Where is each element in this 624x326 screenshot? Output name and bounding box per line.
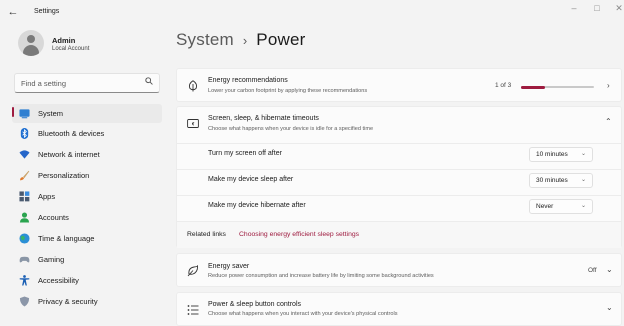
screen-sleep-title: Screen, sleep, & hibernate timeouts: [208, 115, 319, 122]
avatar[interactable]: [18, 30, 44, 56]
chevron-up-icon[interactable]: ⌃: [605, 117, 612, 126]
sidebar-item-label: System: [38, 109, 64, 118]
sidebar-item-label: Gaming: [38, 255, 65, 264]
accounts-icon: [19, 212, 30, 223]
chevron-down-icon: ⌄: [580, 203, 586, 209]
energy-saver-title: Energy saver: [208, 263, 250, 270]
leaf-icon: [188, 80, 198, 92]
bluetooth-icon: [20, 128, 29, 139]
sidebar-item-accounts[interactable]: Accounts: [12, 208, 162, 227]
sleep-dropdown[interactable]: 30 minutes ⌄: [529, 173, 593, 188]
account-name: Admin: [52, 36, 76, 45]
sidebar-item-label: Accessibility: [38, 276, 79, 285]
hibernate-dropdown[interactable]: Never ⌄: [529, 199, 593, 214]
account-type: Local Account: [52, 46, 90, 52]
breadcrumb-separator: ›: [242, 33, 248, 48]
sidebar-item-privacy-security[interactable]: Privacy & security: [12, 292, 162, 311]
sidebar-item-apps[interactable]: Apps: [12, 187, 162, 206]
chevron-down-icon: ⌄: [580, 177, 586, 183]
sidebar-item-time-language[interactable]: Time & language: [12, 229, 162, 248]
screen-sleep-card: Screen, sleep, & hibernate timeouts Choo…: [176, 106, 622, 248]
sidebar-item-bluetooth[interactable]: Bluetooth & devices: [12, 124, 162, 143]
close-icon[interactable]: ✕: [612, 3, 624, 14]
screen-sleep-header[interactable]: Screen, sleep, & hibernate timeouts Choo…: [177, 107, 621, 142]
sidebar-item-label: Bluetooth & devices: [38, 129, 105, 138]
screen-off-label: Turn my screen off after: [208, 150, 282, 157]
sidebar-item-accessibility[interactable]: Accessibility: [12, 271, 162, 290]
energy-recommendations-subtitle: Lower your carbon footprint by applying …: [208, 88, 368, 94]
energy-recommendations-card[interactable]: Energy recommendations Lower your carbon…: [176, 68, 622, 102]
selection-indicator: [12, 107, 14, 117]
power-buttons-card[interactable]: Power & sleep button controls Choose wha…: [176, 292, 622, 326]
energy-saver-subtitle: Reduce power consumption and increase ba…: [208, 273, 434, 279]
dropdown-value: 30 minutes: [536, 177, 568, 184]
system-icon: [19, 109, 30, 119]
dropdown-value: 10 minutes: [536, 151, 568, 158]
sleep-label: Make my device sleep after: [208, 176, 294, 183]
chevron-right-icon[interactable]: ›: [607, 81, 610, 90]
back-arrow-icon[interactable]: ←: [6, 5, 20, 19]
related-links-label: Related links: [187, 231, 226, 238]
minimize-icon[interactable]: –: [567, 3, 581, 13]
sidebar-item-label: Privacy & security: [38, 297, 98, 306]
sidebar-item-label: Apps: [38, 192, 56, 201]
breadcrumb: System › Power: [176, 30, 305, 50]
sleep-setting: Make my device sleep after 30 minutes ⌄: [177, 169, 621, 191]
search-input[interactable]: [15, 74, 141, 92]
screen-sleep-subtitle: Choose what happens when your device is …: [208, 126, 374, 132]
sidebar-item-system[interactable]: System: [12, 104, 162, 123]
app-title: Settings: [34, 8, 60, 15]
breadcrumb-parent[interactable]: System: [176, 30, 234, 49]
energy-saver-icon: [187, 265, 199, 277]
chevron-down-icon: ⌄: [580, 151, 586, 157]
sidebar-item-label: Personalization: [38, 171, 90, 180]
sidebar-item-network[interactable]: Network & internet: [12, 145, 162, 164]
sidebar-item-label: Time & language: [38, 234, 95, 243]
power-buttons-subtitle: Choose what happens when you interact wi…: [208, 311, 398, 317]
dropdown-value: Never: [536, 203, 554, 210]
energy-recommendations-title: Energy recommendations: [208, 77, 288, 84]
related-links-row: Related links Choosing energy efficient …: [177, 221, 621, 248]
sidebar-item-gaming[interactable]: Gaming: [12, 250, 162, 269]
network-icon: [19, 150, 30, 159]
apps-icon: [19, 191, 30, 202]
search-icon[interactable]: [145, 77, 153, 87]
energy-saver-card[interactable]: Energy saver Reduce power consumption an…: [176, 253, 622, 287]
power-buttons-title: Power & sleep button controls: [208, 301, 301, 308]
chevron-down-icon[interactable]: ⌄: [606, 303, 613, 312]
screen-off-dropdown[interactable]: 10 minutes ⌄: [529, 147, 593, 162]
progress-fill: [521, 85, 546, 89]
sidebar-item-label: Accounts: [38, 213, 69, 222]
hibernate-label: Make my device hibernate after: [208, 202, 306, 209]
shield-icon: [19, 296, 30, 307]
sidebar-item-label: Network & internet: [38, 150, 100, 159]
sleep-settings-link[interactable]: Choosing energy efficient sleep settings: [239, 231, 359, 238]
sidebar-item-personalization[interactable]: Personalization: [12, 166, 162, 185]
globe-icon: [19, 233, 30, 244]
page-title: Power: [256, 30, 306, 49]
maximize-icon[interactable]: □: [590, 3, 604, 13]
power-buttons-icon: [187, 305, 199, 315]
energy-saver-state: Off: [588, 267, 597, 274]
screen-sleep-icon: [187, 119, 199, 128]
gamepad-icon: [19, 256, 30, 263]
chevron-down-icon[interactable]: ⌄: [606, 265, 613, 274]
brush-icon: [20, 170, 30, 181]
accessibility-icon: [19, 275, 30, 286]
recommendation-count: 1 of 3: [495, 82, 512, 89]
hibernate-setting: Make my device hibernate after Never ⌄: [177, 195, 621, 217]
search-box[interactable]: [14, 73, 160, 93]
recommendation-progress-bar: [521, 85, 594, 89]
screen-off-setting: Turn my screen off after 10 minutes ⌄: [177, 143, 621, 165]
